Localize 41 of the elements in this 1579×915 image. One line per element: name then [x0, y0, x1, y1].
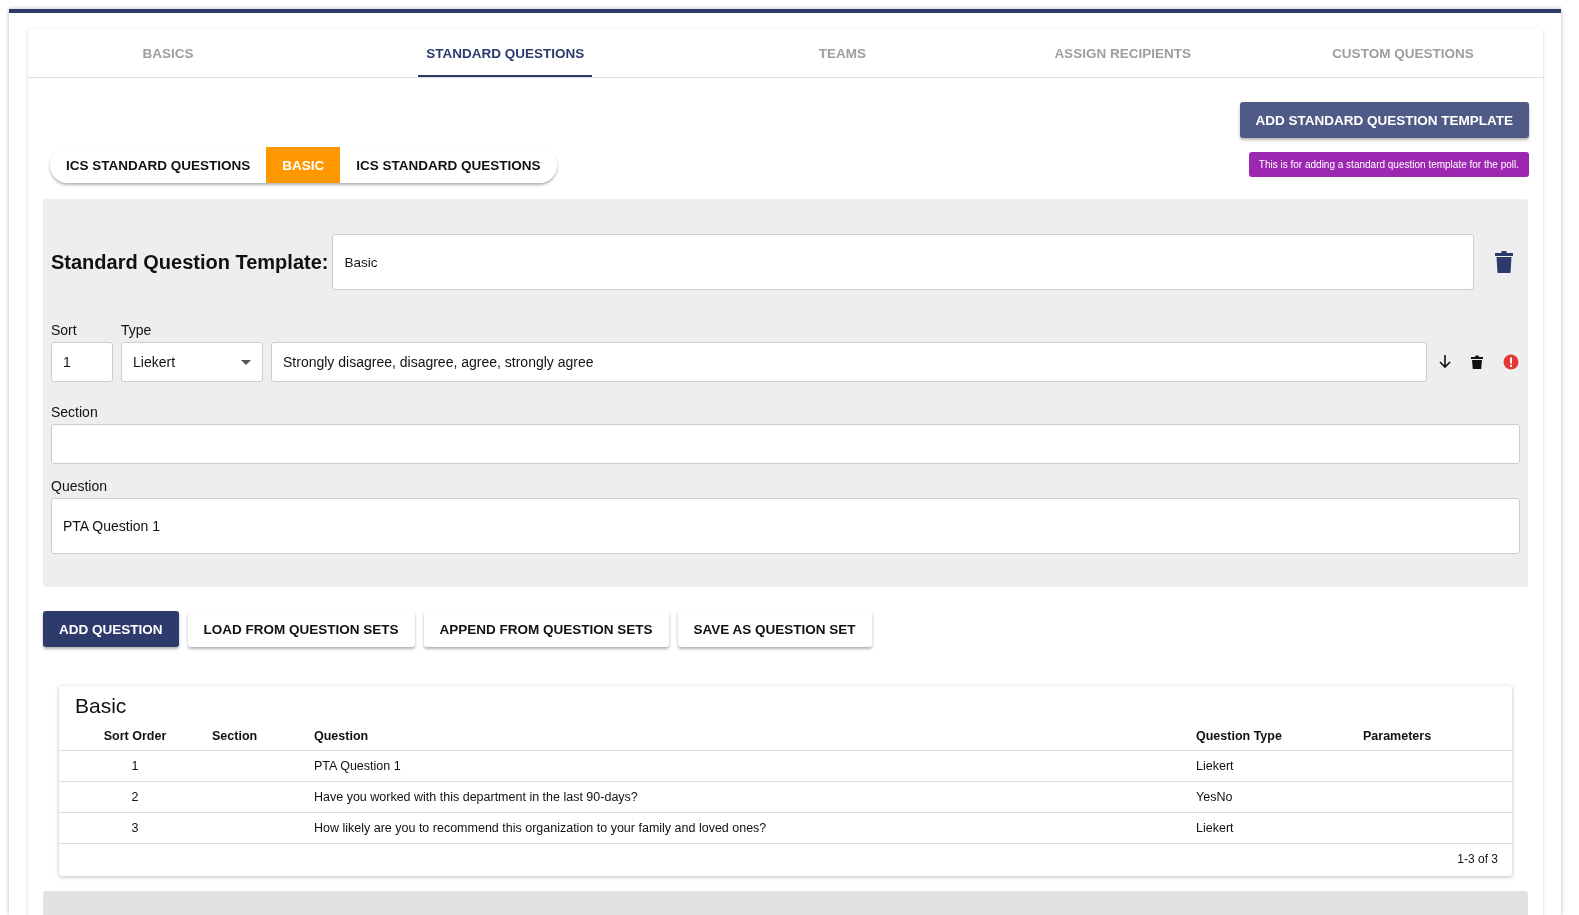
action-button[interactable]: ADD QUESTION	[43, 611, 179, 647]
table-cell: Have you worked with this department in the last 90-days?	[314, 790, 638, 804]
pagination-text: 1-3 of 3	[1457, 852, 1498, 866]
template-label: Standard Question Template:	[51, 250, 329, 274]
caret-icon	[241, 359, 251, 365]
column-header: Question	[313, 722, 1195, 751]
table-cell: Liekert	[1196, 821, 1234, 835]
sort-field[interactable]: 1	[51, 342, 113, 382]
action-button[interactable]: LOAD FROM QUESTION SETS	[187, 611, 415, 647]
table-cell: PTA Question 1	[314, 759, 401, 773]
column-header: Section	[211, 722, 313, 751]
type-label: Type	[121, 322, 153, 338]
table-cell: Liekert	[1196, 759, 1234, 773]
delete-icon[interactable]	[1471, 355, 1483, 369]
delete-icon[interactable]	[1494, 250, 1514, 274]
tab[interactable]: STANDARD QUESTIONS	[418, 29, 593, 77]
type-select[interactable]: Liekert	[121, 342, 263, 382]
question-label: Question	[51, 478, 109, 494]
column-header: Sort Order	[59, 722, 211, 751]
template-name-field[interactable]: Basic	[332, 234, 1474, 290]
action-button[interactable]: APPEND FROM QUESTION SETS	[423, 611, 669, 647]
template-toggle-option[interactable]: ICS STANDARD QUESTIONS	[50, 147, 267, 183]
table-cell: 1	[131, 759, 139, 773]
options-field[interactable]: Strongly disagree, disagree, agree, strongly agree	[271, 342, 1427, 382]
section-label: Section	[51, 404, 99, 420]
action-button[interactable]: SAVE AS QUESTION SET	[677, 611, 872, 647]
table-title: Basic	[74, 693, 128, 719]
template-toggle-option[interactable]: ICS STANDARD QUESTIONS	[340, 147, 557, 183]
question-field[interactable]: PTA Question 1	[51, 498, 1520, 554]
column-header: Parameters	[1362, 722, 1512, 751]
column-header: Question Type	[1195, 722, 1362, 751]
table-cell: 2	[131, 790, 139, 804]
tooltip: This is for adding a standard question template for the poll.	[1248, 152, 1529, 177]
table-cell: 3	[131, 821, 139, 835]
table-cell: YesNo	[1196, 790, 1233, 804]
add-template-button[interactable]: ADD STANDARD QUESTION TEMPLATE	[1239, 102, 1529, 138]
alert-icon[interactable]	[1503, 354, 1519, 370]
sort-label: Sort	[51, 322, 78, 338]
arrow-down-icon[interactable]	[1439, 355, 1451, 369]
section-field[interactable]	[51, 424, 1520, 464]
table-cell: How likely are you to recommend this organization to your family and loved ones?	[314, 821, 767, 835]
